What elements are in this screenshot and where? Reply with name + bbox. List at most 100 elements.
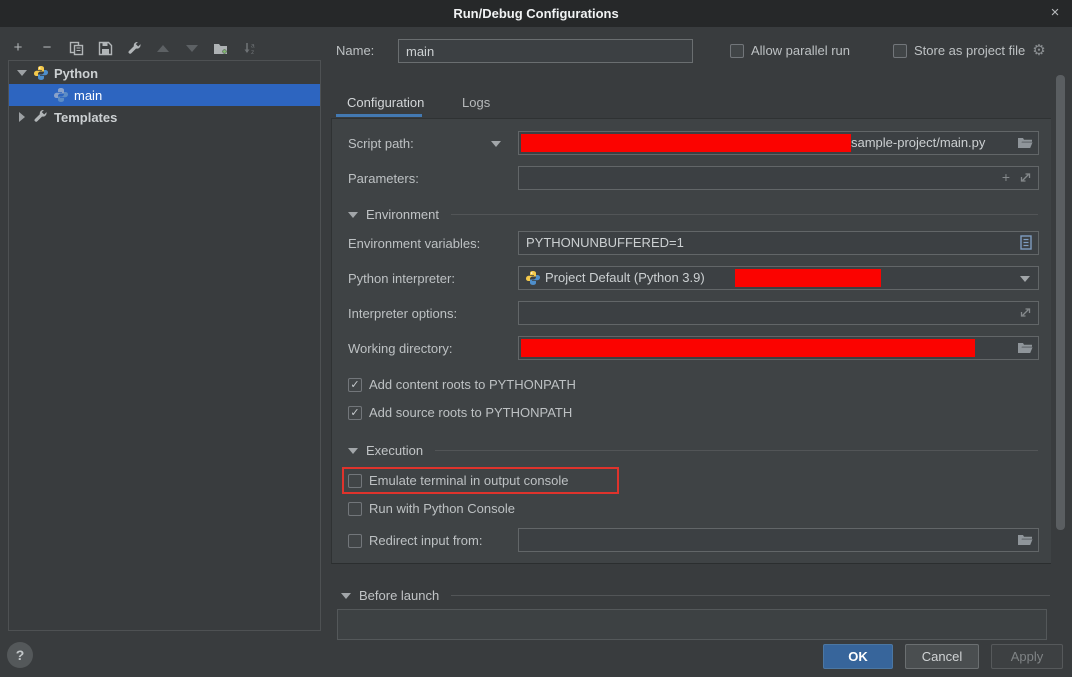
folder-icon[interactable] <box>1017 341 1033 358</box>
parameters-label: Parameters: <box>348 171 419 186</box>
expand-field-icon[interactable] <box>1019 171 1032 187</box>
collapse-arrow-icon[interactable] <box>348 448 358 454</box>
environment-variables-field[interactable]: PYTHONUNBUFFERED=1 <box>518 231 1039 255</box>
store-as-project-file-checkbox[interactable] <box>893 44 907 58</box>
move-up-icon[interactable] <box>155 40 171 56</box>
section-divider <box>435 450 1038 451</box>
configurations-tree: Python main Templates <box>8 60 321 631</box>
python-interpreter-combobox[interactable]: Project Default (Python 3.9) <box>518 266 1039 290</box>
svg-text:z: z <box>251 49 254 56</box>
folder-icon[interactable] <box>1017 136 1033 153</box>
dialog-title: Run/Debug Configurations <box>453 6 618 21</box>
environment-section-header[interactable]: Environment <box>348 207 1038 222</box>
move-down-icon[interactable] <box>184 40 200 56</box>
redirect-input-option[interactable]: Redirect input from: <box>348 533 482 548</box>
check-icon: ✓ <box>350 406 359 419</box>
run-with-python-console-label: Run with Python Console <box>369 501 515 516</box>
tree-item-templates-group[interactable]: Templates <box>9 106 320 128</box>
remove-configuration-icon[interactable]: − <box>39 40 55 56</box>
store-as-project-file-label: Store as project file <box>914 43 1025 58</box>
save-configuration-icon[interactable] <box>97 40 113 56</box>
add-source-roots-checkbox[interactable]: ✓ <box>348 406 362 420</box>
tab-configuration[interactable]: Configuration <box>347 95 424 110</box>
add-source-roots-option[interactable]: ✓ Add source roots to PYTHONPATH <box>348 405 572 420</box>
script-path-value: sample-project/main.py <box>851 135 985 150</box>
configurations-toolbar: + − az <box>10 38 258 58</box>
before-launch-section-label: Before launch <box>359 588 439 603</box>
edit-templates-wrench-icon[interactable] <box>126 40 142 56</box>
edit-variables-icon[interactable] <box>1020 235 1032 253</box>
apply-button[interactable]: Apply <box>991 644 1063 669</box>
sort-configurations-icon[interactable]: az <box>242 40 258 56</box>
store-options-gear-icon[interactable]: ⚙ <box>1032 43 1045 58</box>
section-divider <box>451 214 1038 215</box>
before-launch-task-list[interactable] <box>337 609 1047 640</box>
store-as-project-file-option[interactable]: Store as project file ⚙ <box>893 43 1046 58</box>
tree-item-label: Templates <box>54 110 117 125</box>
section-divider <box>451 595 1050 596</box>
allow-parallel-run-label: Allow parallel run <box>751 43 850 58</box>
tab-logs[interactable]: Logs <box>462 95 490 110</box>
active-tab-underline <box>336 114 422 117</box>
interpreter-options-label: Interpreter options: <box>348 306 457 321</box>
tree-item-main-selected[interactable]: main <box>9 84 320 106</box>
name-label: Name: <box>336 43 374 58</box>
python-run-config-icon <box>53 87 69 103</box>
check-icon: ✓ <box>350 378 359 391</box>
help-button[interactable]: ? <box>7 642 33 668</box>
emulate-terminal-checkbox[interactable] <box>348 474 362 488</box>
tree-item-python-group[interactable]: Python <box>9 62 320 84</box>
redirect-input-checkbox[interactable] <box>348 534 362 548</box>
working-directory-label: Working directory: <box>348 341 453 356</box>
redaction-bar <box>521 134 851 152</box>
collapse-arrow-icon[interactable] <box>341 593 351 599</box>
allow-parallel-run-checkbox[interactable] <box>730 44 744 58</box>
interpreter-options-field[interactable] <box>518 301 1039 325</box>
environment-variables-label: Environment variables: <box>348 236 480 251</box>
copy-configuration-icon[interactable] <box>68 40 84 56</box>
redaction-bar <box>521 339 975 357</box>
run-with-python-console-option[interactable]: Run with Python Console <box>348 501 515 516</box>
working-directory-field[interactable] <box>518 336 1039 360</box>
tree-item-label: Python <box>54 66 98 81</box>
redirect-input-field[interactable] <box>518 528 1039 552</box>
folder-icon[interactable] <box>1017 533 1033 550</box>
execution-section-header[interactable]: Execution <box>348 443 1038 458</box>
redirect-input-label: Redirect input from: <box>369 533 482 548</box>
chevron-right-icon[interactable] <box>19 112 25 122</box>
ok-button[interactable]: OK <box>823 644 893 669</box>
script-path-label: Script path: <box>348 136 414 151</box>
emulate-terminal-label: Emulate terminal in output console <box>369 473 568 488</box>
configuration-panel: Script path: sample-project/main.py Para… <box>331 118 1051 564</box>
templates-wrench-icon <box>33 109 49 125</box>
combobox-arrow-icon[interactable] <box>1020 276 1030 282</box>
allow-parallel-run-option[interactable]: Allow parallel run <box>730 43 850 58</box>
script-path-dropdown-icon[interactable] <box>491 141 501 147</box>
execution-section-label: Execution <box>366 443 423 458</box>
create-folder-icon[interactable] <box>213 40 229 56</box>
python-interpreter-value: Project Default (Python 3.9) <box>545 270 705 285</box>
expand-field-icon[interactable] <box>1019 306 1032 322</box>
chevron-down-icon[interactable] <box>17 70 27 76</box>
tree-item-label: main <box>74 88 102 103</box>
run-with-python-console-checkbox[interactable] <box>348 502 362 516</box>
python-logo-icon <box>33 65 49 81</box>
vertical-scrollbar[interactable] <box>1056 75 1065 530</box>
cancel-button[interactable]: Cancel <box>905 644 979 669</box>
parameters-field[interactable]: + <box>518 166 1039 190</box>
name-input[interactable] <box>398 39 693 63</box>
add-content-roots-option[interactable]: ✓ Add content roots to PYTHONPATH <box>348 377 576 392</box>
close-icon[interactable]: × <box>1046 4 1064 22</box>
add-source-roots-label: Add source roots to PYTHONPATH <box>369 405 572 420</box>
script-path-field[interactable]: sample-project/main.py <box>518 131 1039 155</box>
environment-variables-value: PYTHONUNBUFFERED=1 <box>526 235 684 250</box>
add-content-roots-checkbox[interactable]: ✓ <box>348 378 362 392</box>
python-logo-icon <box>525 270 541 289</box>
redaction-bar <box>735 269 881 287</box>
insert-macro-plus-icon[interactable]: + <box>1002 169 1010 185</box>
before-launch-section-header[interactable]: Before launch <box>341 588 1050 603</box>
collapse-arrow-icon[interactable] <box>348 212 358 218</box>
emulate-terminal-option[interactable]: Emulate terminal in output console <box>348 473 568 488</box>
dialog-title-bar: Run/Debug Configurations × <box>0 0 1072 27</box>
add-configuration-icon[interactable]: + <box>10 40 26 56</box>
